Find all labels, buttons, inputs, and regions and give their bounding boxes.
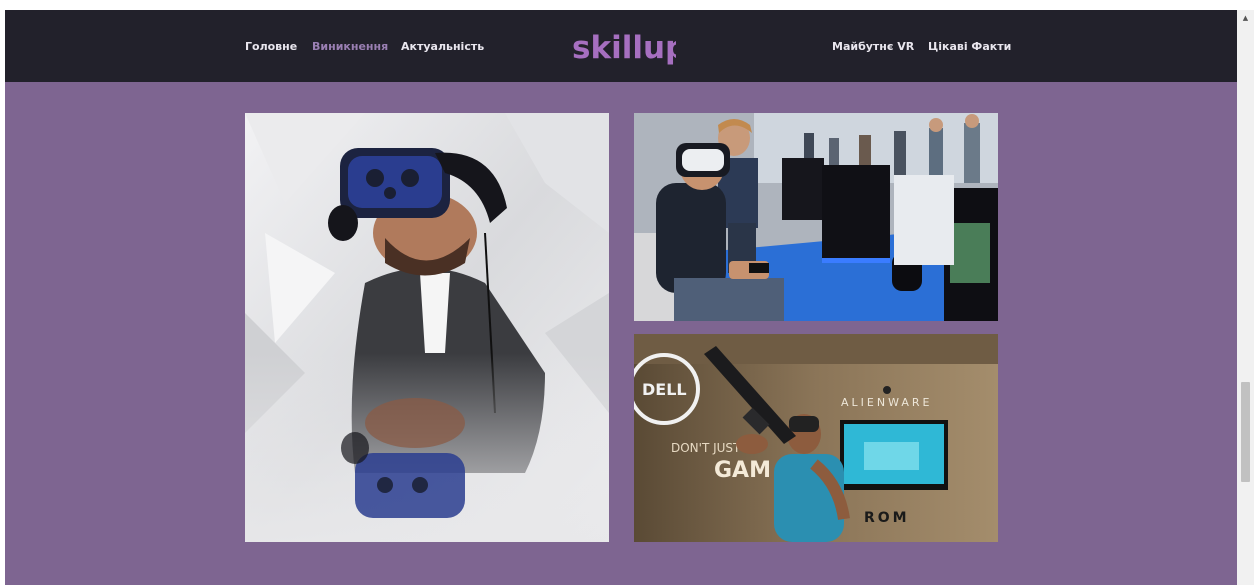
alienware-text: ALIENWARE — [841, 396, 932, 409]
page-content: Головне Виникнення Актуальність skillup … — [5, 10, 1237, 585]
scroll-thumb[interactable] — [1241, 382, 1250, 482]
photo-dell-alienware-vr: DELL DON'T JUST GAM ALIENWARE ROM — [634, 334, 998, 542]
top-navbar: Головне Виникнення Актуальність skillup … — [5, 10, 1237, 82]
skillup-logo[interactable]: skillup — [572, 24, 687, 70]
logo-text: skillup — [572, 30, 676, 66]
nav-link-relevance[interactable]: Актуальність — [401, 40, 484, 53]
nav-link-origin[interactable]: Виникнення — [312, 40, 388, 53]
slogan-line-2: GAM — [714, 458, 771, 483]
photo-vr-portrait — [245, 113, 609, 542]
dell-logo-text: DELL — [642, 380, 687, 399]
page-scrollbar[interactable]: ▲ — [1237, 10, 1254, 585]
nav-link-future-vr[interactable]: Майбутнє VR — [832, 40, 914, 53]
nav-link-home[interactable]: Головне — [245, 40, 297, 53]
slogan-line-1: DON'T JUST — [671, 441, 741, 455]
nav-link-facts[interactable]: Цікаві Факти — [928, 40, 1011, 53]
scroll-up-arrow-icon[interactable]: ▲ — [1237, 10, 1254, 27]
room-sign-text: ROM — [864, 510, 910, 526]
photo-vr-gaming-event — [634, 113, 998, 321]
